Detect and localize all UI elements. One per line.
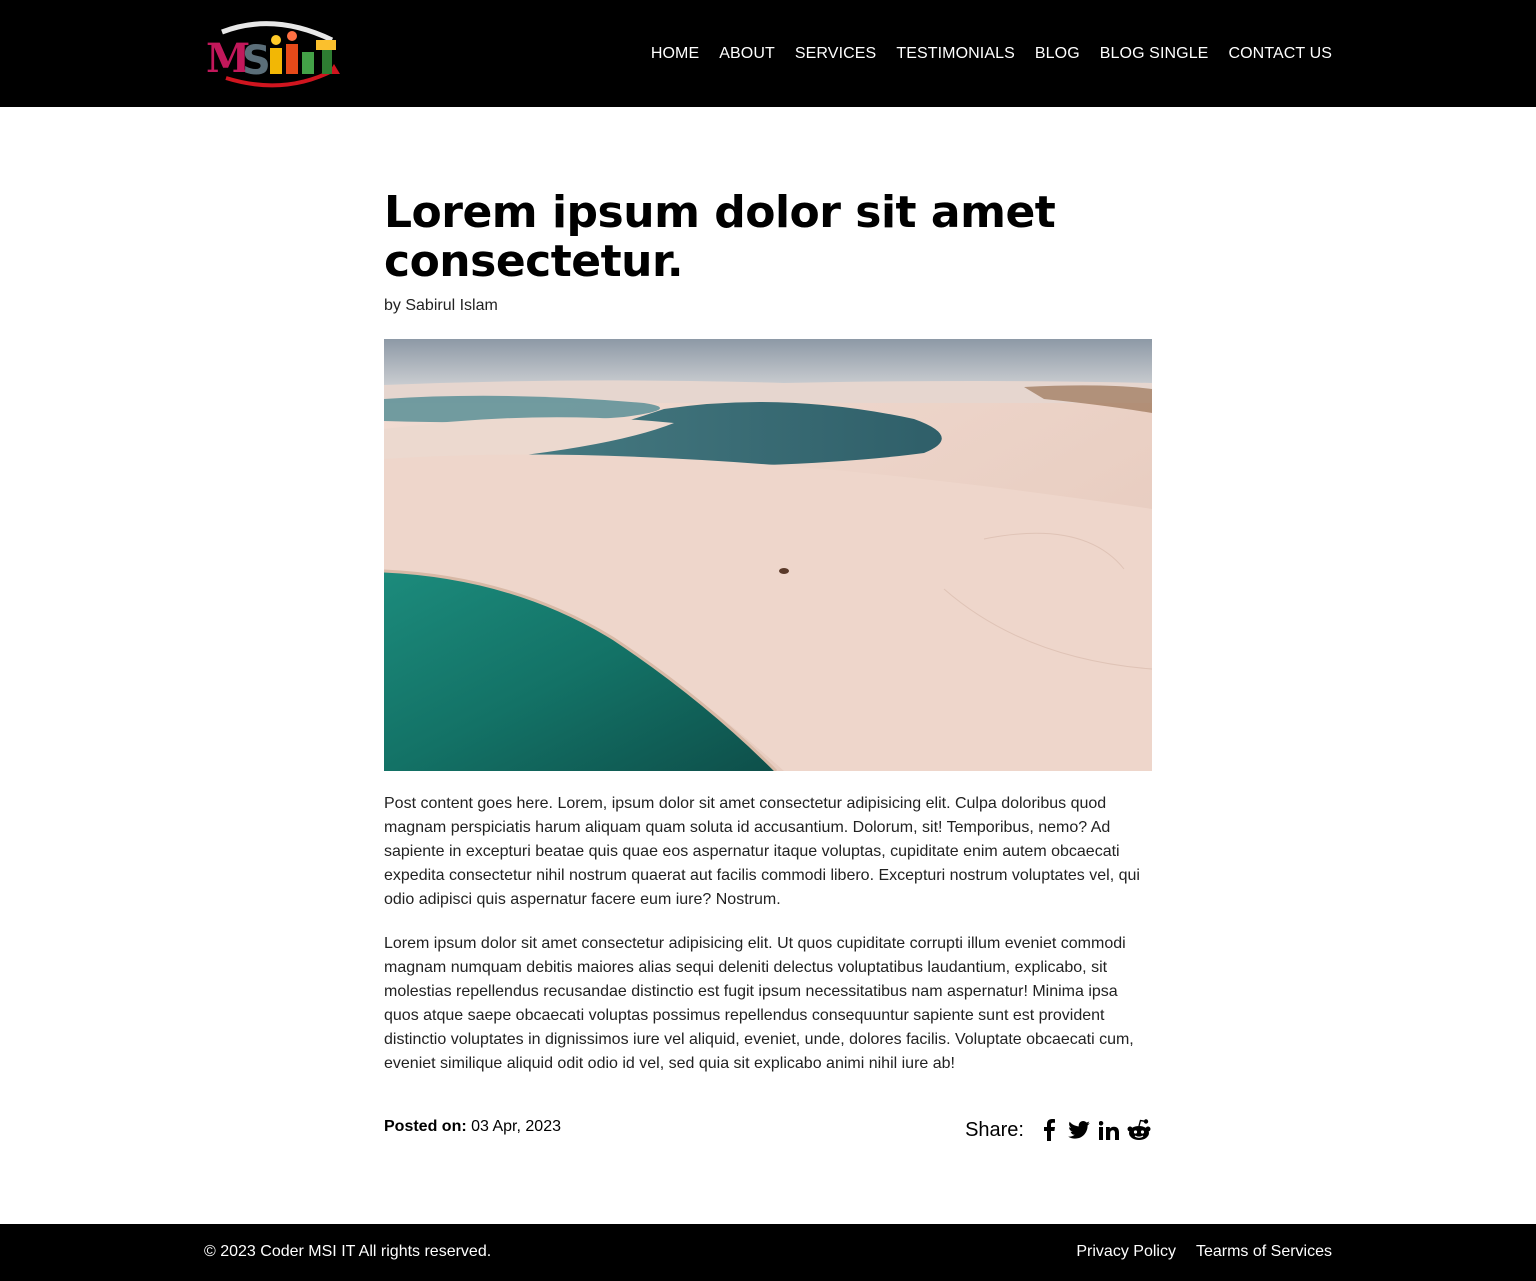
post-content: Post content goes here. Lorem, ipsum dol… [384,792,1156,1096]
posted-on: Posted on: 03 Apr, 2023 [384,1118,561,1136]
copyright-text: © 2023 Coder MSI IT All rights reserved. [204,1243,492,1260]
nav-about[interactable]: ABOUT [719,45,775,63]
nav-home[interactable]: HOME [651,45,699,63]
post-byline: by Sabirul Islam [384,297,498,314]
share-label: Share: [965,1118,1024,1141]
twitter-icon[interactable] [1066,1117,1092,1143]
nav-services[interactable]: SERVICES [795,45,876,63]
site-header: M S HOME ABOUT SERVICES TESTIMONIALS BLO… [0,0,1536,107]
site-footer: © 2023 Coder MSI IT All rights reserved.… [0,1224,1536,1281]
posted-on-date: 03 Apr, 2023 [471,1118,561,1135]
posted-on-label: Posted on: [384,1118,467,1135]
post-paragraph: Post content goes here. Lorem, ipsum dol… [384,795,1140,908]
post-title: Lorem ipsum dolor sit amet consectetur. [384,187,1056,287]
svg-text:S: S [242,38,271,84]
terms-of-service-link[interactable]: Tearms of Services [1196,1243,1332,1261]
post-meta: Posted on: 03 Apr, 2023 Share: [384,1116,1152,1146]
post-featured-image [384,339,1152,771]
privacy-policy-link[interactable]: Privacy Policy [1076,1243,1176,1261]
nav-blog[interactable]: BLOG [1035,45,1080,63]
site-logo[interactable]: M S [204,18,350,90]
linkedin-icon[interactable] [1096,1117,1122,1143]
post-paragraph: Lorem ipsum dolor sit amet consectetur a… [384,935,1134,1072]
reddit-icon[interactable] [1126,1117,1152,1143]
main-nav: HOME ABOUT SERVICES TESTIMONIALS BLOG BL… [651,0,1332,107]
nav-contact-us[interactable]: CONTACT US [1228,45,1332,63]
nav-blog-single[interactable]: BLOG SINGLE [1100,45,1209,63]
share-bar: Share: [965,1116,1152,1144]
nav-testimonials[interactable]: TESTIMONIALS [896,45,1015,63]
post-article: Lorem ipsum dolor sit amet consectetur. … [384,188,1152,315]
facebook-icon[interactable] [1036,1117,1062,1143]
footer-links: Privacy Policy Tearms of Services [1056,1243,1332,1261]
